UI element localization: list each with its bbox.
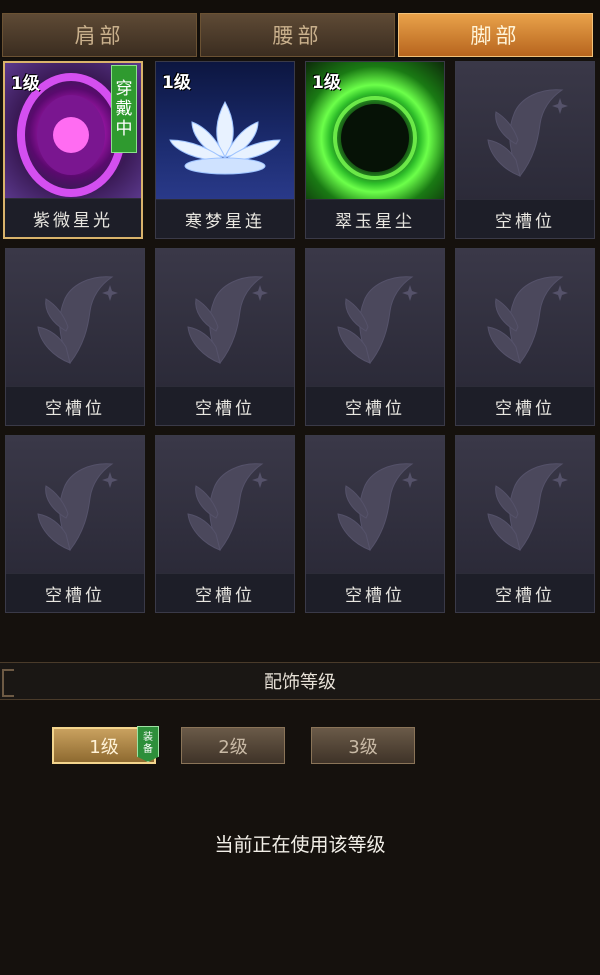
slot-jade-stardust[interactable]: 1级 翠玉星尘 <box>305 61 445 239</box>
slot-empty[interactable]: 空槽位 <box>455 435 595 613</box>
butterfly-icon <box>37 276 118 364</box>
equipped-tag: 装备 <box>137 726 159 762</box>
butterfly-icon <box>487 276 568 364</box>
slot-name: 空槽位 <box>156 573 294 612</box>
slot-name: 空槽位 <box>456 199 594 238</box>
slot-name: 寒梦星连 <box>156 199 294 238</box>
section-header: 配饰等级 <box>0 662 600 700</box>
slot-name: 空槽位 <box>456 386 594 425</box>
butterfly-icon <box>337 276 418 364</box>
slot-empty[interactable]: 空槽位 <box>5 248 145 426</box>
slot-name: 紫微星光 <box>5 198 141 237</box>
slot-empty[interactable]: 空槽位 <box>5 435 145 613</box>
slot-empty[interactable]: 空槽位 <box>305 248 445 426</box>
slot-empty[interactable]: 空槽位 <box>155 435 295 613</box>
tab-shoulder[interactable]: 肩部 <box>2 13 197 57</box>
wearing-badge: 穿戴中 <box>111 65 137 153</box>
slot-name: 空槽位 <box>306 386 444 425</box>
level-badge: 1级 <box>11 74 40 94</box>
slot-cold-dream-lotus[interactable]: 1级 寒梦星连 <box>155 61 295 239</box>
slot-name: 空槽位 <box>156 386 294 425</box>
butterfly-icon <box>487 463 568 551</box>
status-text: 当前正在使用该等级 <box>214 834 386 856</box>
slot-empty[interactable]: 空槽位 <box>305 435 445 613</box>
butterfly-icon <box>187 276 268 364</box>
slot-name: 空槽位 <box>456 573 594 612</box>
slot-purple-starlight[interactable]: 1级 穿戴中 紫微星光 <box>3 61 143 239</box>
slot-name: 空槽位 <box>306 573 444 612</box>
tab-bar: 肩部 腰部 脚部 <box>0 0 600 58</box>
slot-empty[interactable]: 空槽位 <box>455 248 595 426</box>
level-badge: 1级 <box>312 73 341 93</box>
butterfly-icon <box>187 463 268 551</box>
butterfly-icon <box>337 463 418 551</box>
slot-empty[interactable]: 空槽位 <box>155 248 295 426</box>
level-2-button[interactable]: 2级 <box>181 727 285 764</box>
slot-name: 空槽位 <box>6 573 144 612</box>
level-3-button[interactable]: 3级 <box>311 727 415 764</box>
slot-name: 翠玉星尘 <box>306 199 444 238</box>
tab-waist[interactable]: 腰部 <box>200 13 395 57</box>
butterfly-icon <box>37 463 118 551</box>
section-title: 配饰等级 <box>264 672 336 693</box>
butterfly-icon <box>487 89 568 177</box>
slot-empty[interactable]: 空槽位 <box>455 61 595 239</box>
tab-feet[interactable]: 脚部 <box>398 13 593 57</box>
slot-name: 空槽位 <box>6 386 144 425</box>
level-badge: 1级 <box>162 73 191 93</box>
